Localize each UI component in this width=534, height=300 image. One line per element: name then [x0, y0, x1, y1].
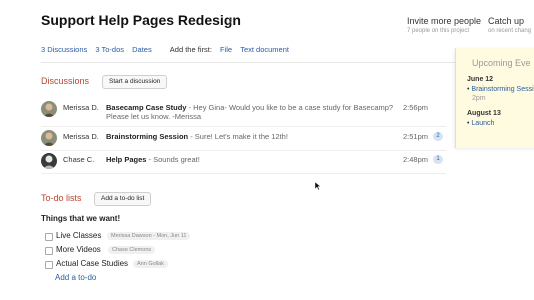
todos-count-link[interactable]: 3 To-dos [95, 45, 124, 54]
add-todo-list-button[interactable]: Add a to-do list [94, 192, 152, 206]
todo-label[interactable]: Actual Case Studies [56, 259, 128, 268]
catch-up-label[interactable]: Catch up [488, 16, 531, 26]
discussion-preview: - Sounds great! [146, 155, 200, 164]
discussion-subject[interactable]: Brainstorming Session [106, 132, 188, 141]
catch-up-subtext: on recent chang [488, 28, 532, 34]
star-icon[interactable]: ☆ [225, 17, 235, 27]
invite-label[interactable]: Invite more people [407, 16, 481, 26]
todo-checkbox[interactable] [45, 233, 53, 241]
todo-checkbox[interactable] [45, 261, 53, 269]
todo-assignee-tag[interactable]: Ann Gollak [133, 260, 168, 268]
discussion-subject[interactable]: Basecamp Case Study [106, 103, 186, 112]
discussion-author: Chase C. [63, 155, 95, 164]
todo-label[interactable]: Live Classes [56, 231, 101, 240]
discussion-time: 2:56pm [402, 103, 428, 112]
event-link[interactable]: • Brainstorming Sessi [467, 86, 534, 93]
discussion-author: Merissa D. [63, 132, 99, 141]
event-time: 2pm [472, 95, 486, 102]
start-discussion-button[interactable]: Start a discussion [102, 75, 168, 89]
add-text-document-link[interactable]: Text document [240, 45, 289, 54]
discussion-time: 2:51pm [402, 132, 428, 141]
event-link[interactable]: • Launch [467, 120, 494, 127]
avatar [41, 101, 57, 117]
discussion-row[interactable]: Merissa D. Basecamp Case Study - Hey Gin… [41, 99, 446, 127]
discussion-row[interactable]: Chase C. Help Pages - Sounds great! 2:48… [41, 151, 446, 174]
invite-people-link[interactable]: Invite more people 7 people on this proj… [407, 16, 481, 34]
catch-up-link[interactable]: Catch up on recent chang [488, 16, 531, 34]
event-name[interactable]: Brainstorming Sessi [471, 86, 533, 93]
discussion-summary[interactable]: Basecamp Case Study - Hey Gina- Would yo… [106, 103, 396, 121]
discussion-row[interactable]: Merissa D. Brainstorming Session - Sure!… [41, 128, 446, 151]
add-file-link[interactable]: File [220, 45, 232, 54]
discussion-time: 2:48pm [402, 155, 428, 164]
upcoming-events-title: Upcoming Eve [472, 58, 531, 68]
page-title: Support Help Pages Redesign [41, 12, 241, 28]
discussions-count-link[interactable]: 3 Discussions [41, 45, 87, 54]
add-first-label: Add the first: [169, 45, 212, 54]
todo-checkbox[interactable] [45, 247, 53, 255]
upcoming-events-panel: Upcoming Eve June 12 • Brainstorming Ses… [455, 48, 534, 148]
todo-lists-heading: To-do lists [41, 193, 82, 203]
todo-list-title[interactable]: Things that we want! [41, 214, 120, 223]
event-date: June 12 [467, 76, 494, 83]
todo-assignee-tag[interactable]: Chase Clemons [108, 246, 156, 254]
add-todo-link[interactable]: Add a to-do [55, 273, 96, 282]
discussion-preview: - Sure! Let's make it the 12th! [188, 132, 288, 141]
dates-link[interactable]: Dates [132, 45, 152, 54]
comment-count-badge: 2 [433, 132, 443, 141]
discussion-author: Merissa D. [63, 103, 99, 112]
discussion-summary[interactable]: Help Pages - Sounds great! [106, 155, 396, 164]
todo-assignee-tag[interactable]: Merissa Dawson - Mon, Jun 11 [107, 232, 191, 240]
comment-count-badge: 1 [433, 155, 443, 164]
mouse-cursor-icon [315, 182, 321, 190]
avatar [41, 130, 57, 146]
project-subnav: 3 Discussions 3 To-dos Dates Add the fir… [41, 45, 295, 54]
discussions-heading: Discussions [41, 76, 90, 86]
discussion-subject[interactable]: Help Pages [106, 155, 146, 164]
discussion-summary[interactable]: Brainstorming Session - Sure! Let's make… [106, 132, 396, 141]
event-date: August 13 [467, 110, 501, 117]
avatar [41, 153, 57, 169]
invite-subtext: 7 people on this project [407, 28, 470, 34]
todo-label[interactable]: More Videos [56, 245, 101, 254]
event-name[interactable]: Launch [471, 120, 494, 127]
